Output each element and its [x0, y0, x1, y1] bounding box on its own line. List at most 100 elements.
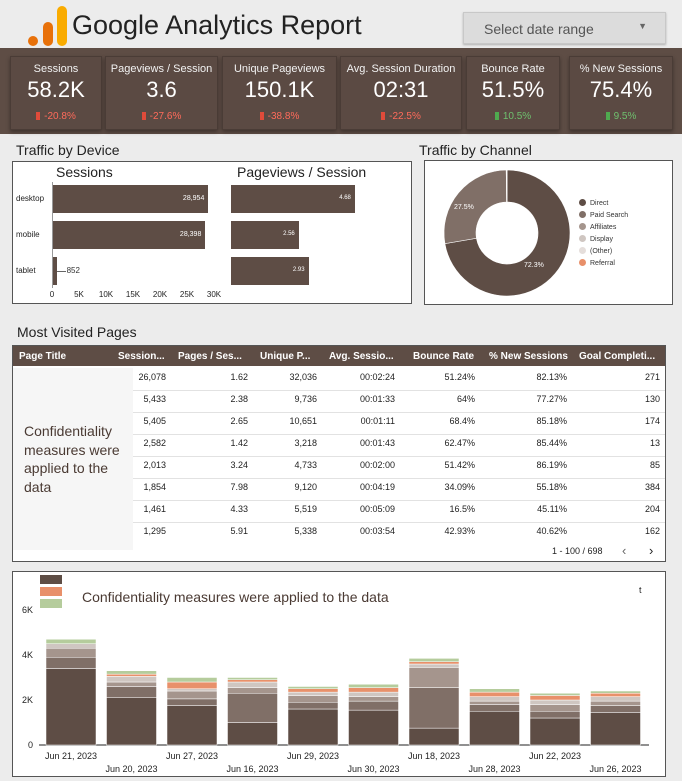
column-header[interactable]: Pages / Ses... — [178, 351, 246, 362]
table-cell: 5,338 — [294, 526, 317, 536]
stacked-bar-segment — [408, 658, 460, 662]
column-header[interactable]: Unique P... — [260, 351, 316, 362]
legend-dot-icon — [579, 211, 586, 218]
traffic-by-channel-donut: 72.3% 27.5% — [443, 169, 571, 297]
chart-confidentiality-note: Confidentiality measures were applied to… — [82, 589, 389, 605]
table-cell: 64% — [456, 394, 475, 404]
kpi-delta-value: 10.5% — [502, 111, 532, 122]
stacked-bar-segment — [348, 696, 399, 702]
table-cell: 32,036 — [289, 372, 317, 382]
kpi-label: Pageviews / Session — [110, 63, 213, 75]
table-cell: 2.65 — [230, 416, 248, 426]
table-row[interactable]: 1,295 5.91 5,338 00:03:54 42.93% 40.62% 162 — [13, 522, 665, 544]
stacked-bar-segment — [227, 722, 278, 746]
table-cell: 4.33 — [230, 504, 248, 514]
row-divider — [133, 500, 665, 501]
stacked-bar-segment — [348, 709, 399, 746]
kpi-value: 51.5% — [481, 77, 545, 102]
table-row[interactable]: 1,461 4.33 5,519 00:05:09 16.5% 45.11% 204 — [13, 500, 665, 522]
chart-legend — [40, 575, 64, 609]
table-cell: 34.09% — [444, 482, 475, 492]
x-tick-label: Jun 28, 2023 — [468, 764, 520, 774]
stacked-bar-segment — [408, 667, 460, 688]
table-cell: 174 — [644, 416, 660, 426]
arrow-down-icon — [259, 112, 264, 120]
row-divider — [133, 412, 665, 413]
table-row[interactable]: 26,078 1.62 32,036 00:02:24 51.24% 82.13% 271 — [13, 368, 665, 390]
kpi-label: Sessions — [33, 63, 79, 75]
table-cell: 1,461 — [143, 504, 166, 514]
kpi-delta: 9.5% — [570, 111, 672, 122]
channel-legend-item: Display — [579, 235, 613, 243]
stacked-bar-segment — [348, 691, 399, 697]
table-cell: 68.4% — [449, 416, 475, 426]
device-section-title: Traffic by Device — [16, 142, 120, 158]
x-tick-label: 5K — [74, 290, 84, 299]
table-cell: 00:04:19 — [359, 482, 395, 492]
table-cell: 1.42 — [230, 438, 248, 448]
table-row[interactable]: 5,433 2.38 9,736 00:01:33 64% 77.27% 130 — [13, 390, 665, 412]
stacked-bar-segment — [106, 673, 157, 677]
channel-legend-item: (Other) — [579, 247, 612, 255]
stacked-bar-segment — [590, 700, 641, 706]
previous-page-icon[interactable]: ‹ — [622, 543, 626, 558]
legend-label: Direct — [590, 200, 609, 207]
next-page-icon[interactable]: › — [649, 543, 653, 558]
table-cell: 384 — [644, 482, 660, 492]
kpi-delta-value: -27.6% — [149, 111, 182, 122]
table-cell: 2,013 — [143, 460, 166, 470]
legend-swatch — [40, 575, 62, 584]
stacked-bar-segment — [590, 712, 641, 746]
column-header[interactable]: Avg. Sessio... — [329, 351, 395, 362]
table-cell: 51.42% — [444, 460, 475, 470]
table-cell: 5,519 — [294, 504, 317, 514]
y-tick-label: 4K — [22, 650, 33, 660]
slice-label: 72.3% — [524, 262, 544, 269]
kpi-value: 58.2K — [27, 77, 85, 102]
table-cell: 271 — [644, 372, 660, 382]
pps-bar-value: 2.93 — [292, 267, 305, 273]
kpi-delta-value: 9.5% — [613, 111, 637, 122]
x-tick-label: 10K — [98, 290, 114, 299]
table-cell: 9,736 — [294, 394, 317, 404]
table-row[interactable]: 2,013 3.24 4,733 00:02:00 51.42% 86.19% 85 — [13, 456, 665, 478]
table-cell: 10,651 — [289, 416, 317, 426]
table-cell: 00:01:11 — [360, 416, 395, 426]
table-row[interactable]: 5,405 2.65 10,651 00:01:11 68.4% 85.18% 174 — [13, 412, 665, 434]
stacked-bar-segment — [166, 677, 218, 683]
stacked-bar-segment — [227, 679, 278, 683]
stacked-bar-segment — [408, 687, 460, 729]
table-cell: 00:01:33 — [359, 394, 395, 404]
table-cell: 77.27% — [536, 394, 567, 404]
column-header[interactable]: Session... — [118, 351, 168, 362]
stacked-bar-segment — [529, 695, 581, 701]
table-row[interactable]: 1,854 7.98 9,120 00:04:19 34.09% 55.18% 384 — [13, 478, 665, 500]
column-header[interactable]: Goal Completi... — [579, 351, 659, 362]
legend-dot-icon — [579, 259, 586, 266]
sessions-bar-value: 28,398 — [179, 231, 202, 238]
column-header[interactable]: Page Title — [19, 351, 114, 362]
legend-dot-icon — [579, 247, 586, 254]
legend-dot-icon — [579, 223, 586, 230]
table-cell: 5,405 — [143, 416, 166, 426]
kpi-card: Bounce Rate 51.5% 10.5% — [466, 56, 560, 130]
table-cell: 26,078 — [138, 372, 166, 382]
kpi-delta: -22.5% — [341, 111, 461, 122]
channel-legend-item: Affiliates — [579, 223, 616, 231]
date-range-selector[interactable]: Select date range ▼ — [463, 12, 666, 44]
column-header[interactable]: % New Sessions — [489, 351, 569, 362]
x-tick-label: 25K — [179, 290, 195, 299]
date-range-label: Select date range — [484, 21, 594, 37]
table-cell: 1,295 — [143, 526, 166, 536]
stacked-bar-segment — [348, 684, 399, 688]
arrow-up-icon — [494, 112, 499, 120]
table-row[interactable]: 2,582 1.42 3,218 00:01:43 62.47% 85.44% 13 — [13, 434, 665, 456]
column-header[interactable]: Bounce Rate — [413, 351, 477, 362]
legend-label: Display — [590, 236, 613, 243]
kpi-delta-value: -38.8% — [267, 111, 300, 122]
arrow-down-icon — [36, 112, 41, 120]
kpi-label: Bounce Rate — [481, 63, 545, 75]
device-label: tablet — [16, 266, 36, 275]
table-cell: 00:05:09 — [359, 504, 395, 514]
table-cell: 51.24% — [444, 372, 475, 382]
